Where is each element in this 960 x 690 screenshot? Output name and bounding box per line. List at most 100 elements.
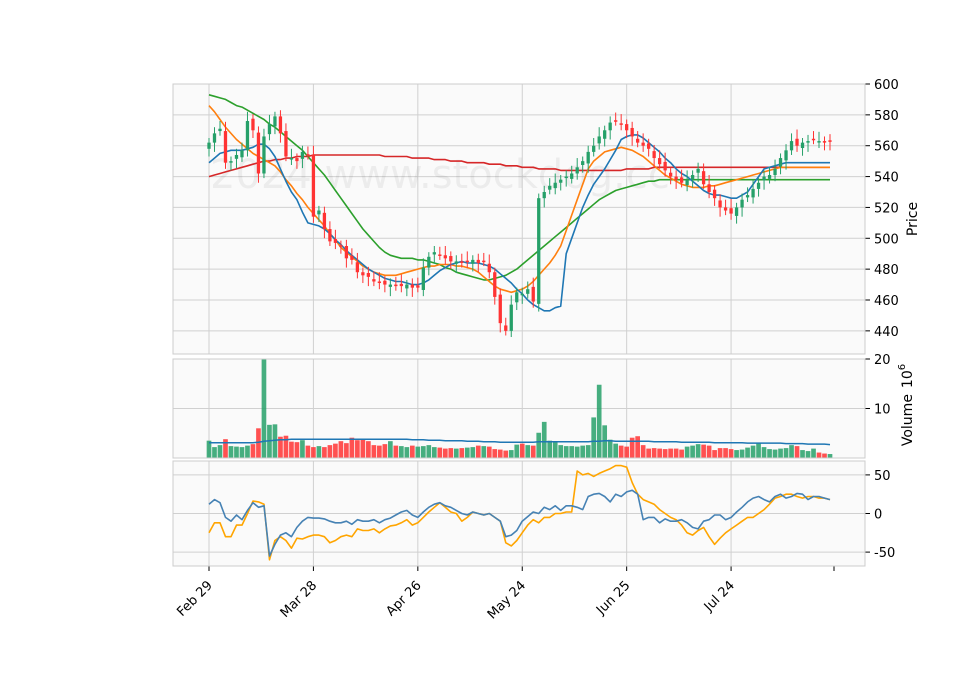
candle-body bbox=[262, 136, 266, 174]
volume-bar bbox=[783, 448, 789, 458]
volume-bar bbox=[745, 447, 750, 458]
candle-body bbox=[734, 207, 739, 216]
volume-bar bbox=[338, 441, 344, 458]
candle-body bbox=[603, 130, 607, 139]
candle-body bbox=[322, 212, 327, 230]
volume-bar bbox=[734, 450, 739, 458]
volume-bar bbox=[657, 448, 662, 458]
candle-body bbox=[465, 260, 469, 263]
candle-body bbox=[537, 198, 541, 304]
candle-body bbox=[548, 185, 552, 190]
candle-body bbox=[487, 263, 491, 273]
price-tick-label: 440 bbox=[874, 325, 899, 340]
candle-body bbox=[597, 136, 601, 144]
volume-bar bbox=[607, 439, 613, 458]
volume-bar bbox=[399, 446, 404, 458]
candle-body bbox=[778, 158, 783, 167]
candle-body bbox=[789, 141, 794, 151]
candle-body bbox=[476, 259, 480, 263]
candle-body bbox=[443, 255, 447, 259]
volume-bar bbox=[217, 445, 223, 458]
volume-bar bbox=[404, 447, 410, 458]
candle-body bbox=[454, 261, 458, 264]
candle-body bbox=[388, 284, 393, 287]
volume-bar bbox=[431, 447, 437, 458]
x-tick-label: Jun 25 bbox=[593, 578, 633, 618]
volume-bar bbox=[701, 444, 706, 458]
volume-bar bbox=[366, 441, 371, 458]
volume-bar bbox=[530, 445, 536, 458]
candle-body bbox=[284, 131, 288, 157]
candle-body bbox=[361, 272, 365, 276]
candle-body bbox=[515, 292, 519, 303]
volume-bar bbox=[668, 448, 673, 458]
candle-body bbox=[690, 175, 695, 180]
volume-bar bbox=[552, 442, 558, 458]
volume-bar bbox=[541, 421, 547, 458]
candle-body bbox=[498, 294, 502, 324]
candle-body bbox=[504, 325, 508, 331]
volume-bar bbox=[662, 449, 668, 458]
volume-bar bbox=[393, 445, 399, 458]
candle-body bbox=[784, 150, 788, 161]
x-tick-label: May 24 bbox=[485, 578, 529, 622]
candle-body bbox=[729, 208, 733, 214]
volume-bar bbox=[767, 449, 772, 458]
candle-body bbox=[811, 138, 816, 141]
candle-body bbox=[696, 168, 700, 173]
candle-body bbox=[564, 176, 568, 179]
candle-body bbox=[800, 142, 805, 149]
candle-body bbox=[317, 210, 321, 215]
candle-body bbox=[256, 132, 261, 174]
volume-bar bbox=[717, 448, 723, 458]
candle-body bbox=[723, 207, 728, 211]
candle-body bbox=[339, 245, 343, 247]
candle-body bbox=[817, 141, 821, 143]
volume-bar bbox=[212, 447, 217, 458]
candle-body bbox=[553, 182, 557, 189]
volume-bar bbox=[475, 445, 481, 458]
x-tick-label: Jul 24 bbox=[701, 578, 738, 615]
candle-body bbox=[608, 122, 612, 131]
volume-bar bbox=[410, 445, 415, 458]
volume-bar bbox=[311, 447, 316, 458]
volume-bar bbox=[778, 448, 783, 458]
volume-axis-label-main: Volume bbox=[900, 394, 916, 446]
volume-bar bbox=[492, 449, 498, 458]
price-tick-label: 560 bbox=[874, 140, 899, 155]
candle-body bbox=[707, 184, 711, 192]
volume-bar bbox=[289, 441, 294, 458]
volume-bar bbox=[585, 445, 591, 458]
candle-body bbox=[668, 172, 673, 177]
candle-body bbox=[806, 141, 810, 143]
volume-y-axis: 10 20 bbox=[865, 353, 891, 418]
oscillator-tick-label: 50 bbox=[874, 469, 891, 484]
volume-bar bbox=[333, 443, 338, 458]
candle-body bbox=[592, 145, 596, 152]
volume-bar bbox=[344, 443, 349, 458]
candle-body bbox=[394, 284, 398, 287]
price-axis-label: Price bbox=[905, 202, 921, 236]
volume-bar bbox=[420, 446, 426, 458]
candle-body bbox=[218, 128, 222, 132]
volume-bar bbox=[481, 446, 487, 458]
volume-bar bbox=[459, 448, 465, 458]
price-tick-label: 500 bbox=[874, 232, 899, 247]
candle-body bbox=[526, 289, 530, 294]
volume-bar bbox=[794, 446, 800, 458]
volume-bar bbox=[646, 448, 651, 458]
candle-body bbox=[740, 199, 744, 208]
candle-body bbox=[311, 154, 316, 217]
candle-body bbox=[333, 239, 338, 243]
volume-bar bbox=[739, 449, 745, 458]
candle-body bbox=[570, 173, 574, 179]
candle-body bbox=[619, 123, 623, 125]
candle-body bbox=[207, 142, 211, 149]
volume-bar bbox=[355, 440, 360, 458]
candle-body bbox=[762, 176, 766, 181]
volume-bar bbox=[805, 451, 811, 458]
candle-body bbox=[679, 177, 684, 183]
volume-bar bbox=[822, 453, 827, 458]
candle-body bbox=[300, 151, 305, 159]
volume-bar bbox=[514, 444, 520, 458]
